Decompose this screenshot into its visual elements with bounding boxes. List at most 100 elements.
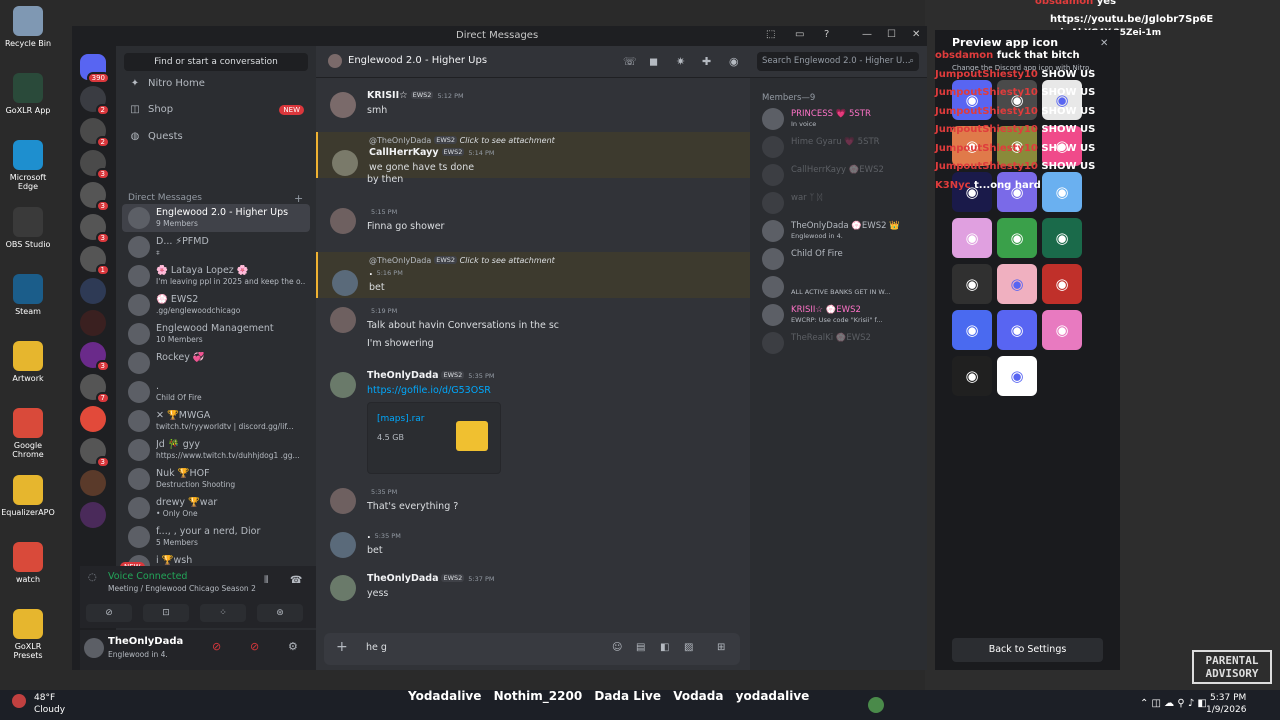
message-author[interactable]: 5:35 PM <box>367 486 397 497</box>
dm-item[interactable]: D... ⚡PFMD ⧧ <box>122 233 310 261</box>
settings-gear-icon[interactable]: ⚙ <box>288 640 298 653</box>
desktop-icon[interactable]: Google Chrome <box>0 408 56 459</box>
member-item[interactable]: ALL ACTIVE BANKS GET IN W... <box>758 274 923 300</box>
dm-item[interactable]: 💮 EWS2 .gg/englewoodchicago <box>122 291 310 319</box>
message-author[interactable]: CallHerrKayy EWS2 5:14 PM <box>369 147 495 158</box>
avatar[interactable] <box>330 488 356 514</box>
avatar[interactable] <box>330 532 356 558</box>
weather-desc[interactable]: Cloudy <box>34 705 65 715</box>
avatar[interactable] <box>332 150 358 176</box>
file-name[interactable]: [maps].rar <box>377 414 424 424</box>
server-icon[interactable]: 2 <box>80 86 110 116</box>
activities-button[interactable]: ⁘ <box>200 604 246 622</box>
app-icon-option[interactable]: ◉ <box>997 264 1037 304</box>
member-item[interactable]: CallHerrKayy 💮EWS2 <box>758 162 923 188</box>
member-item[interactable]: PRINCESS 💗 5STR In voice <box>758 106 923 132</box>
member-item[interactable]: war ᛉ ᛞ <box>758 190 923 216</box>
desktop-icon[interactable]: EqualizerAPO <box>0 475 56 517</box>
mute-icon[interactable]: ⊘ <box>212 640 221 653</box>
desktop-icon[interactable]: Recycle Bin <box>0 6 56 48</box>
back-to-settings-button[interactable]: Back to Settings <box>952 638 1103 662</box>
app-icon-option[interactable]: ◉ <box>1042 218 1082 258</box>
soundboard-button[interactable]: ⊛ <box>257 604 303 622</box>
dm-item[interactable]: f..., , your a nerd, Dior 5 Members <box>122 523 310 551</box>
desktop-icon[interactable]: GoXLR App <box>0 73 56 115</box>
close-button[interactable]: ✕ <box>912 29 920 40</box>
weather-temp[interactable]: 48°F <box>34 693 55 703</box>
app-icon-option[interactable]: ◉ <box>952 218 992 258</box>
maximize-button[interactable]: ☐ <box>887 29 896 40</box>
server-icon[interactable] <box>80 502 106 528</box>
video-icon[interactable]: ◼ <box>649 55 658 68</box>
server-icon[interactable]: 390 <box>80 54 110 84</box>
clock-time[interactable]: 5:37 PM <box>1210 693 1246 703</box>
screen-share-button[interactable]: ⊡ <box>143 604 189 622</box>
server-icon[interactable]: 3 <box>80 214 110 244</box>
server-icon[interactable]: 3 <box>80 438 110 468</box>
server-icon[interactable]: 7 <box>80 374 110 404</box>
message[interactable]: @TheOnlyDada EWS2 Click to see attachment… <box>316 252 750 298</box>
message-author[interactable]: 5:15 PM <box>367 206 397 217</box>
message-link[interactable]: https://gofile.io/d/G53OSR <box>367 385 491 396</box>
message-author[interactable]: . 5:35 PM <box>367 530 401 541</box>
avatar[interactable] <box>84 638 104 658</box>
noise-suppression-icon[interactable]: ⦀ <box>264 575 268 586</box>
desktop-icon[interactable]: GoXLR Presets <box>0 609 56 660</box>
dm-item[interactable]: ✕ 🏆MWGA twitch.tv/ryyworldtv | discord.gg… <box>122 407 310 435</box>
app-icon-option[interactable]: ◉ <box>997 218 1037 258</box>
camera-button[interactable]: ⊘ <box>86 604 132 622</box>
file-attachment[interactable]: [maps].rar 4.5 GB <box>367 402 501 474</box>
disconnect-icon[interactable]: ☎ <box>290 575 302 586</box>
dm-item[interactable]: . Child Of Fire <box>122 378 310 406</box>
nav-quests[interactable]: ◍ Quests <box>128 128 183 146</box>
close-icon[interactable]: ✕ <box>1100 38 1108 49</box>
dm-item[interactable]: Rockey 💞 <box>122 349 310 377</box>
avatar[interactable] <box>330 307 356 333</box>
server-icon[interactable]: 3 <box>80 182 110 212</box>
app-icon-option[interactable]: ◉ <box>952 356 992 396</box>
message-author[interactable]: 5:19 PM <box>367 305 397 316</box>
message-author[interactable]: TheOnlyDada EWS2 5:35 PM <box>367 370 494 381</box>
avatar[interactable] <box>332 270 358 296</box>
clock-date[interactable]: 1/9/2026 <box>1206 705 1246 715</box>
dm-item[interactable]: Englewood Management 10 Members <box>122 320 310 348</box>
inbox-icon[interactable]: ⬚ <box>766 29 775 40</box>
avatar[interactable] <box>330 372 356 398</box>
minimize-button[interactable]: — <box>862 29 872 40</box>
app-icon-option[interactable]: ◉ <box>952 310 992 350</box>
desktop-icon[interactable]: OBS Studio <box>0 207 56 249</box>
avatar[interactable] <box>330 575 356 601</box>
avatar[interactable] <box>330 92 356 118</box>
monitor-icon[interactable]: ▭ <box>795 29 804 40</box>
message-author[interactable]: TheOnlyDada EWS2 5:37 PM <box>367 573 494 584</box>
server-icon[interactable] <box>80 278 106 304</box>
reply-preview[interactable]: @TheOnlyDada EWS2 Click to see attachment <box>369 136 555 145</box>
desktop-icon[interactable]: Microsoft Edge <box>0 140 56 191</box>
member-list-icon[interactable]: ◉ <box>729 55 739 68</box>
channel-name[interactable]: Englewood 2.0 - Higher Ups <box>348 55 487 66</box>
desktop-icon[interactable]: Steam <box>0 274 56 316</box>
desktop-icon[interactable]: watch <box>0 542 56 584</box>
nav-nitro-home[interactable]: ✦ Nitro Home <box>128 75 205 93</box>
nav-shop[interactable]: ◫ Shop <box>128 101 173 119</box>
server-icon[interactable]: 3 <box>80 150 110 180</box>
image-icon[interactable]: ▨ <box>684 642 693 653</box>
app-icon-option[interactable]: ◉ <box>952 264 992 304</box>
app-icon-option[interactable]: ◉ <box>1042 310 1082 350</box>
emoji-icon[interactable]: ☺ <box>612 642 622 653</box>
message-author[interactable]: . 5:16 PM <box>369 267 403 278</box>
dm-item[interactable]: Englewood 2.0 - Higher Ups 9 Members <box>122 204 310 232</box>
gift-icon[interactable]: ⊞ <box>717 642 725 653</box>
server-icon[interactable] <box>80 470 106 496</box>
server-icon[interactable]: 3 <box>80 342 110 372</box>
deafen-icon[interactable]: ⊘ <box>250 640 259 653</box>
call-icon[interactable]: ☏ <box>623 55 637 68</box>
attach-plus-icon[interactable]: + <box>336 639 348 655</box>
dm-item[interactable]: Jd 🎋 gyy https://www.twitch.tv/duhhjdog1 … <box>122 436 310 464</box>
add-friends-icon[interactable]: ✚ <box>702 55 711 68</box>
help-icon[interactable]: ? <box>824 29 829 40</box>
avatar[interactable] <box>330 208 356 234</box>
sticker-icon[interactable]: ◧ <box>660 642 669 653</box>
dm-item[interactable]: Nuk 🏆HOF Destruction Shooting <box>122 465 310 493</box>
member-item[interactable]: Child Of Fire <box>758 246 923 272</box>
